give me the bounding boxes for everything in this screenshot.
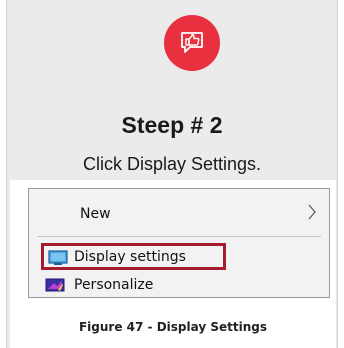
figure-caption: Figure 47 - Display Settings xyxy=(78,320,267,334)
menu-item-new[interactable]: New xyxy=(29,202,329,226)
monitor-icon xyxy=(48,250,68,265)
thumbs-up-speech-icon xyxy=(181,32,203,53)
menu-item-label: New xyxy=(80,206,111,222)
chevron-right-icon xyxy=(308,204,316,220)
menu-separator xyxy=(37,236,321,237)
menu-item-label: Display settings xyxy=(74,248,186,265)
personalize-icon xyxy=(45,278,65,292)
menu-item-display-settings[interactable]: Display settings xyxy=(41,243,226,270)
figure: New Display settings Personalize Figure … xyxy=(10,180,336,348)
menu-item-personalize[interactable]: Personalize xyxy=(29,273,329,297)
step-title: Steep # 2 xyxy=(121,112,223,138)
context-menu: New Display settings Personalize xyxy=(28,188,330,298)
step-badge xyxy=(164,15,220,71)
menu-item-label: Personalize xyxy=(74,277,154,293)
step-description: Click Display Settings. xyxy=(82,154,262,174)
